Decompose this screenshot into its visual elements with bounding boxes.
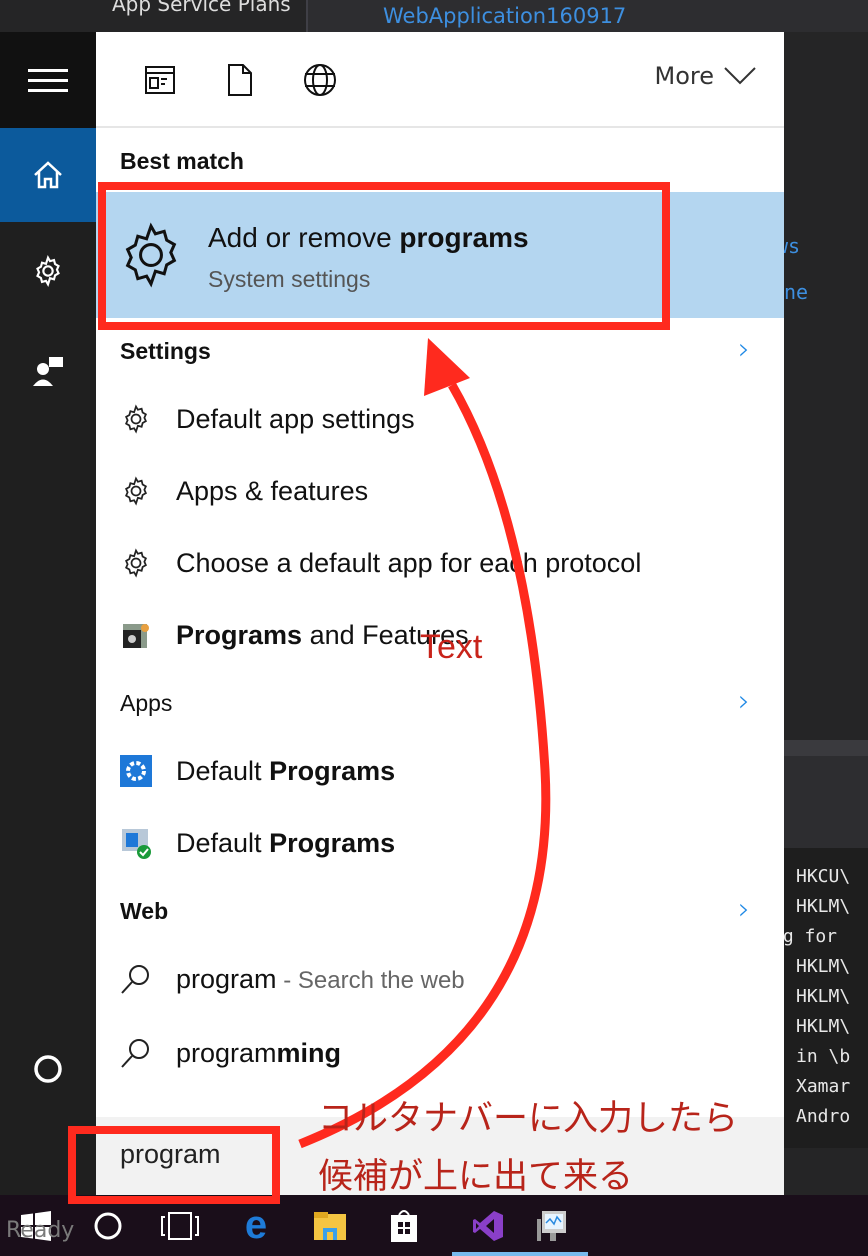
annotation-label: Text <box>420 628 483 666</box>
annotation-note-line1: コルタナバーに入力したら <box>318 1099 739 1139</box>
status-ready: Ready <box>6 1218 75 1243</box>
annotation-note-line2: 候補が上に出て来る <box>318 1157 634 1197</box>
